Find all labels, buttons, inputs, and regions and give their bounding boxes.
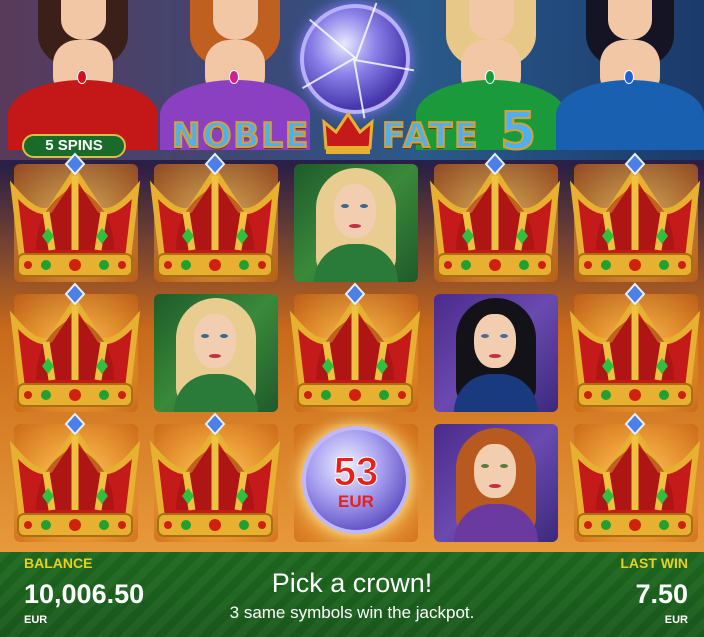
crown-symbol[interactable] (566, 282, 704, 416)
lady-blonde-symbol (286, 158, 424, 286)
character-banner: NOBLE FATE 5 5 SPINS (0, 0, 704, 163)
crown-symbol[interactable] (566, 152, 704, 286)
last-win-value: 7.50 (635, 579, 688, 609)
balance-label: BALANCE (24, 555, 93, 571)
crown-symbol[interactable] (566, 412, 704, 546)
lady-blonde-symbol (146, 288, 284, 416)
balance-value: 10,006.50 (24, 579, 145, 609)
crown-symbol[interactable] (6, 282, 144, 416)
banner-lady-blue (556, 0, 704, 150)
logo-crown-icon (322, 111, 374, 154)
crown-symbol[interactable] (6, 152, 144, 286)
last-win-label: LAST WIN (620, 555, 688, 571)
balance-currency: EUR (24, 614, 48, 626)
message-title: Pick a crown! (271, 568, 433, 598)
orb-currency: EUR (338, 492, 374, 511)
banner-lady-red (8, 0, 158, 150)
bottom-bar: BALANCE 10,006.50 EUR Pick a crown! 3 sa… (0, 552, 704, 637)
reel-grid: 53 EUR (6, 152, 704, 552)
crown-symbol[interactable] (146, 412, 284, 546)
lady-brunette-symbol (426, 288, 564, 416)
banner-orb (300, 2, 415, 119)
crown-symbol[interactable] (426, 152, 564, 286)
message-subtitle: 3 same symbols win the jackpot. (229, 603, 475, 622)
game-stage: NOBLE FATE 5 5 SPINS 53 EUR (0, 0, 704, 552)
cash-orb-symbol: 53 EUR (286, 418, 424, 546)
crown-symbol[interactable] (146, 152, 284, 286)
orb-value: 53 (333, 450, 379, 495)
crown-symbol[interactable] (6, 412, 144, 546)
lady-redhead-symbol (426, 418, 564, 546)
orb-icon: 53 EUR (302, 426, 410, 534)
crown-symbol[interactable] (286, 282, 424, 416)
last-win-currency: EUR (664, 614, 688, 626)
